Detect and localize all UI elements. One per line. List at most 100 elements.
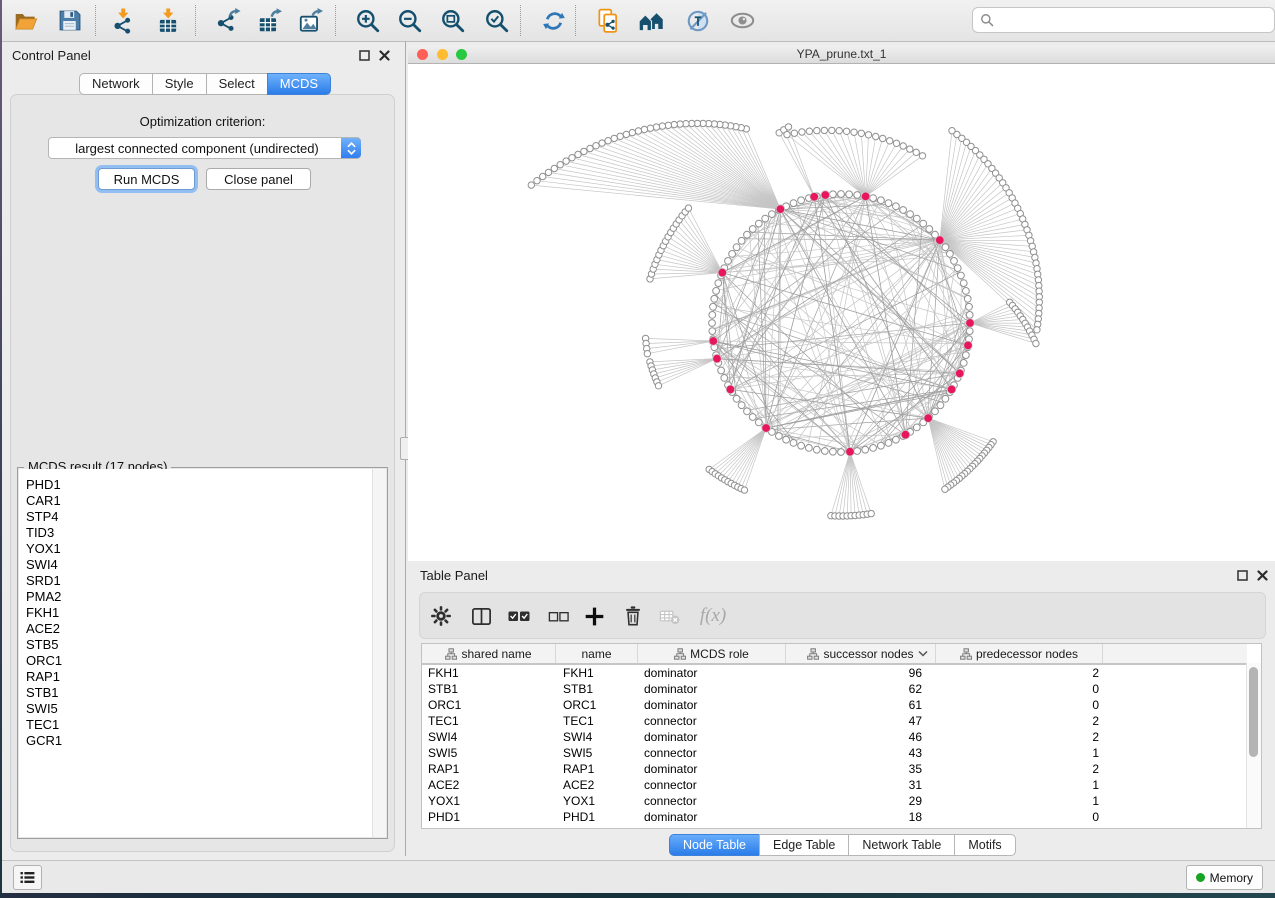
- result-item[interactable]: PMA2: [19, 589, 373, 605]
- import-network-icon[interactable]: [109, 7, 136, 34]
- close-panel-icon[interactable]: [379, 50, 390, 61]
- table-cell: YOX1: [556, 794, 638, 808]
- result-item[interactable]: RAP1: [19, 669, 373, 685]
- deselect-all-columns-icon[interactable]: [545, 603, 571, 629]
- tab-node-table[interactable]: Node Table: [669, 834, 760, 856]
- export-table-icon[interactable]: [255, 7, 282, 34]
- table-cell: 2: [936, 730, 1103, 744]
- run-mcds-button[interactable]: Run MCDS: [98, 168, 195, 190]
- tab-mcds[interactable]: MCDS: [267, 73, 331, 95]
- result-item[interactable]: PHD1: [19, 477, 373, 493]
- tab-motifs[interactable]: Motifs: [954, 834, 1015, 856]
- tab-edge-table[interactable]: Edge Table: [759, 834, 849, 856]
- refresh-icon[interactable]: [540, 7, 567, 34]
- table-cell: ORC1: [556, 698, 638, 712]
- zoom-in-icon[interactable]: [354, 7, 381, 34]
- table-row[interactable]: RAP1RAP1dominator352: [422, 761, 1247, 777]
- delete-table-icon-disabled: [656, 603, 682, 629]
- node-table: shared name name MCDS role successor nod…: [421, 643, 1262, 829]
- table-row[interactable]: SWI4SWI4dominator462: [422, 729, 1247, 745]
- result-item[interactable]: ORC1: [19, 653, 373, 669]
- zoom-fit-icon[interactable]: [439, 7, 466, 34]
- table-cell: 62: [786, 682, 936, 696]
- column-header-name[interactable]: name: [556, 644, 638, 663]
- column-layout-icon[interactable]: [468, 603, 494, 629]
- column-label: predecessor nodes: [976, 647, 1078, 661]
- tab-style[interactable]: Style: [152, 73, 207, 95]
- result-item[interactable]: CAR1: [19, 493, 373, 509]
- zoom-out-icon[interactable]: [396, 7, 423, 34]
- export-image-icon[interactable]: [296, 7, 323, 34]
- float-panel-icon[interactable]: [359, 50, 370, 61]
- save-session-icon[interactable]: [56, 7, 83, 34]
- result-item[interactable]: STP4: [19, 509, 373, 525]
- clone-network-icon[interactable]: [594, 7, 621, 34]
- criterion-dropdown[interactable]: largest connected component (undirected): [48, 137, 361, 159]
- tab-network-table[interactable]: Network Table: [848, 834, 955, 856]
- add-column-icon[interactable]: [581, 603, 607, 629]
- settings-gear-icon[interactable]: [428, 603, 454, 629]
- result-item[interactable]: SRD1: [19, 573, 373, 589]
- result-item[interactable]: YOX1: [19, 541, 373, 557]
- table-row[interactable]: TEC1TEC1connector472: [422, 713, 1247, 729]
- column-header-predecessor-nodes[interactable]: predecessor nodes: [936, 644, 1103, 663]
- column-header-shared-name[interactable]: shared name: [422, 644, 556, 663]
- table-toolbar: f(x): [419, 592, 1266, 639]
- search-input[interactable]: [999, 12, 1274, 28]
- import-table-icon[interactable]: [154, 7, 181, 34]
- home-icon[interactable]: [638, 7, 665, 34]
- open-file-icon[interactable]: [12, 7, 39, 34]
- table-cell: connector: [638, 714, 786, 728]
- toolbar-separator: [335, 5, 336, 36]
- table-cell: 35: [786, 762, 936, 776]
- result-item[interactable]: SWI4: [19, 557, 373, 573]
- table-row[interactable]: FKH1FKH1dominator962: [422, 665, 1247, 681]
- table-row[interactable]: PHD1PHD1dominator180: [422, 809, 1247, 825]
- export-network-icon[interactable]: [214, 7, 241, 34]
- toolbar-separator: [95, 5, 96, 36]
- table-cell: RAP1: [556, 762, 638, 776]
- table-scrollbar[interactable]: [1246, 663, 1261, 828]
- attribute-icon: [960, 648, 972, 660]
- table-row[interactable]: YOX1YOX1connector291: [422, 793, 1247, 809]
- zoom-selected-icon[interactable]: [483, 7, 510, 34]
- network-view-canvas[interactable]: [408, 64, 1275, 561]
- column-header-successor-nodes[interactable]: successor nodes: [786, 644, 936, 663]
- result-item[interactable]: GCR1: [19, 733, 373, 749]
- dropdown-stepper-icon: [341, 138, 361, 158]
- float-panel-icon[interactable]: [1237, 570, 1248, 581]
- delete-column-trash-icon[interactable]: [620, 603, 646, 629]
- network-window-titlebar[interactable]: YPA_prune.txt_1: [408, 45, 1275, 64]
- result-item[interactable]: SWI5: [19, 701, 373, 717]
- table-row[interactable]: ACE2ACE2connector311: [422, 777, 1247, 793]
- close-panel-button[interactable]: Close panel: [206, 168, 311, 190]
- search-box[interactable]: [972, 7, 1275, 33]
- function-builder-icon-disabled: f(x): [694, 603, 732, 629]
- table-row[interactable]: STB1STB1dominator620: [422, 681, 1247, 697]
- result-item[interactable]: STB5: [19, 637, 373, 653]
- result-item[interactable]: TID3: [19, 525, 373, 541]
- tab-network[interactable]: Network: [79, 73, 153, 95]
- table-row[interactable]: ORC1ORC1dominator610: [422, 697, 1247, 713]
- result-item[interactable]: TEC1: [19, 717, 373, 733]
- status-bar: Memory: [2, 860, 1275, 893]
- table-row[interactable]: SWI5SWI5connector431: [422, 745, 1247, 761]
- result-item[interactable]: ACE2: [19, 621, 373, 637]
- column-header-mcds-role[interactable]: MCDS role: [638, 644, 786, 663]
- mcds-result-list[interactable]: PHD1CAR1STP4TID3YOX1SWI4SRD1PMA2FKH1ACE2…: [19, 469, 373, 837]
- mcds-list-scrollbar[interactable]: [372, 469, 386, 837]
- close-panel-icon[interactable]: [1257, 570, 1268, 581]
- table-scrollbar-thumb[interactable]: [1249, 667, 1258, 757]
- sort-desc-icon[interactable]: [918, 650, 928, 657]
- show-labels-eye-icon[interactable]: [729, 7, 756, 34]
- show-panels-button[interactable]: [13, 865, 42, 890]
- hide-labels-icon[interactable]: [684, 7, 711, 34]
- tab-select[interactable]: Select: [206, 73, 268, 95]
- table-cell: connector: [638, 746, 786, 760]
- result-item[interactable]: STB1: [19, 685, 373, 701]
- select-all-columns-icon[interactable]: [506, 603, 532, 629]
- memory-button[interactable]: Memory: [1186, 865, 1263, 890]
- fx-label: f(x): [700, 605, 726, 627]
- result-item[interactable]: FKH1: [19, 605, 373, 621]
- table-cell: STB1: [556, 682, 638, 696]
